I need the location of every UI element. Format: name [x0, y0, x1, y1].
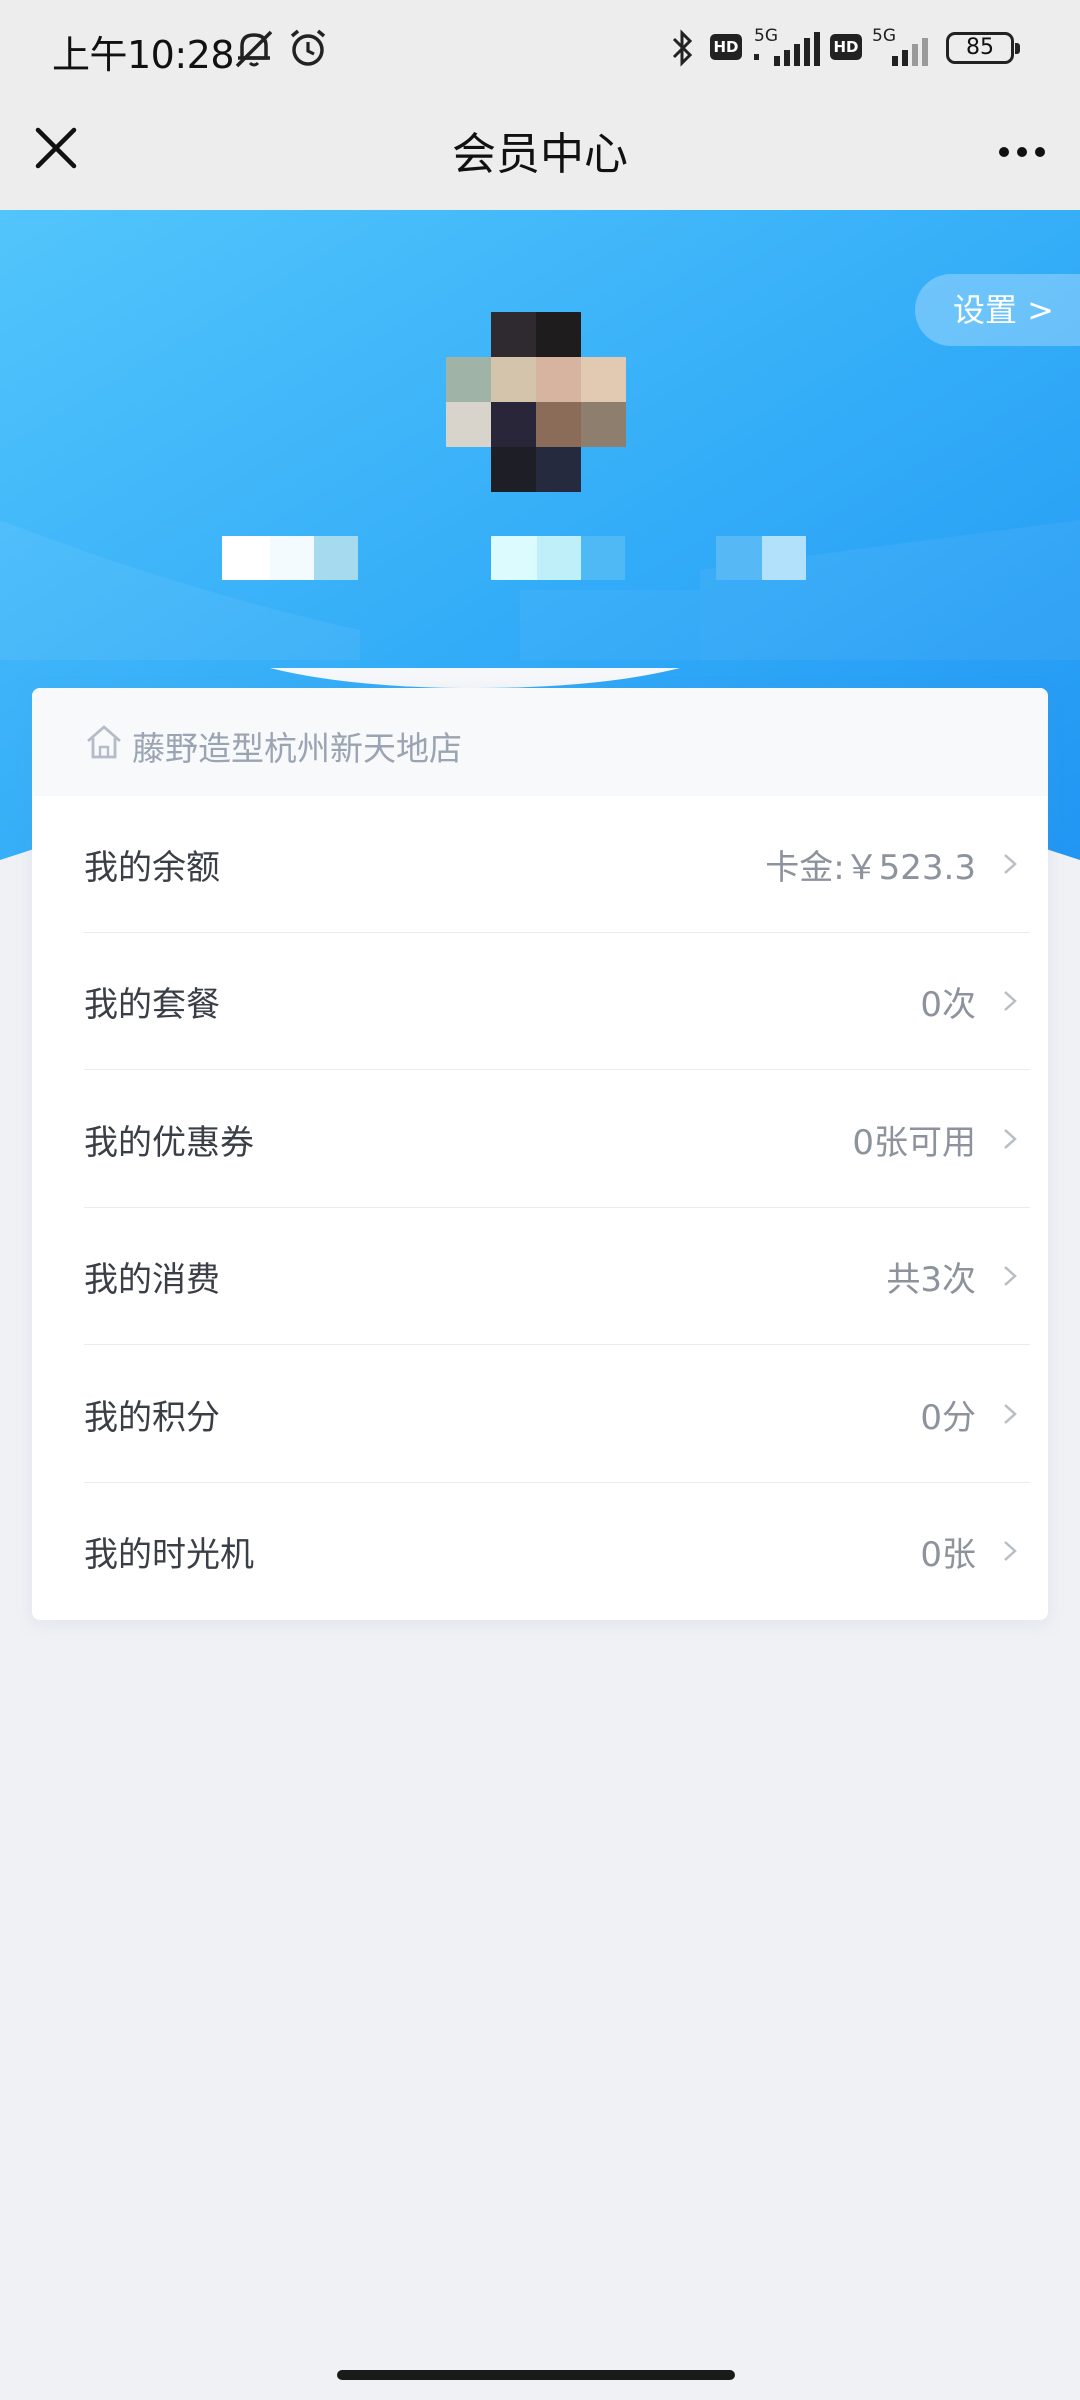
- row-label: 我的积分: [84, 1398, 220, 1438]
- row-label: 我的时光机: [84, 1535, 254, 1575]
- battery-icon: 85: [946, 32, 1020, 64]
- hd-badge: HD: [710, 34, 742, 60]
- status-time: 上午10:28: [52, 33, 235, 77]
- row-value: 0张: [920, 1535, 976, 1575]
- chevron-right-icon: [1004, 1266, 1017, 1286]
- signal-icon: [754, 32, 820, 66]
- chevron-right-icon: [1004, 991, 1017, 1011]
- member-card: 藤野造型杭州新天地店 我的余额 卡金:￥523.3 我的套餐 0次 我的优惠券 …: [32, 688, 1048, 1620]
- row-value: 0次: [920, 985, 976, 1025]
- alarm-icon: [290, 29, 326, 66]
- status-bar: 上午10:28 HD 5G HD 5G 85: [0, 0, 1080, 96]
- row-label: 我的优惠券: [84, 1123, 254, 1163]
- mute-icon: [235, 30, 273, 68]
- signal-icon: [892, 38, 928, 66]
- chevron-right-icon: [1004, 1129, 1017, 1149]
- settings-button[interactable]: 设置 >: [915, 274, 1080, 346]
- row-label: 我的套餐: [84, 985, 220, 1025]
- time-machine-row[interactable]: 我的时光机 0张: [84, 1483, 1030, 1620]
- row-label: 我的消费: [84, 1260, 220, 1300]
- home-icon: [87, 725, 121, 759]
- row-value: 0分: [920, 1398, 976, 1438]
- balance-row[interactable]: 我的余额 卡金:￥523.3: [84, 796, 1030, 933]
- package-row[interactable]: 我的套餐 0次: [84, 933, 1030, 1070]
- chevron-right-icon: [1004, 1404, 1017, 1424]
- row-value: 0张可用: [852, 1123, 976, 1163]
- points-row[interactable]: 我的积分 0分: [84, 1346, 1030, 1483]
- row-label: 我的余额: [84, 848, 220, 888]
- bluetooth-icon: [672, 29, 693, 67]
- title-bar: 会员中心: [0, 96, 1080, 210]
- store-header[interactable]: 藤野造型杭州新天地店: [32, 688, 1048, 796]
- hd-badge: HD: [830, 34, 862, 60]
- home-indicator[interactable]: [337, 2370, 735, 2380]
- row-value: 共3次: [886, 1260, 976, 1300]
- consumption-row[interactable]: 我的消费 共3次: [84, 1208, 1030, 1345]
- chevron-right-icon: [1004, 854, 1017, 874]
- avatar[interactable]: [446, 312, 626, 492]
- chevron-right-icon: [1004, 1541, 1017, 1561]
- coupon-row[interactable]: 我的优惠券 0张可用: [84, 1071, 1030, 1208]
- more-icon[interactable]: [990, 120, 1054, 184]
- page-title: 会员中心: [452, 129, 628, 180]
- row-value: 卡金:￥523.3: [765, 848, 976, 888]
- store-name: 藤野造型杭州新天地店: [132, 729, 462, 768]
